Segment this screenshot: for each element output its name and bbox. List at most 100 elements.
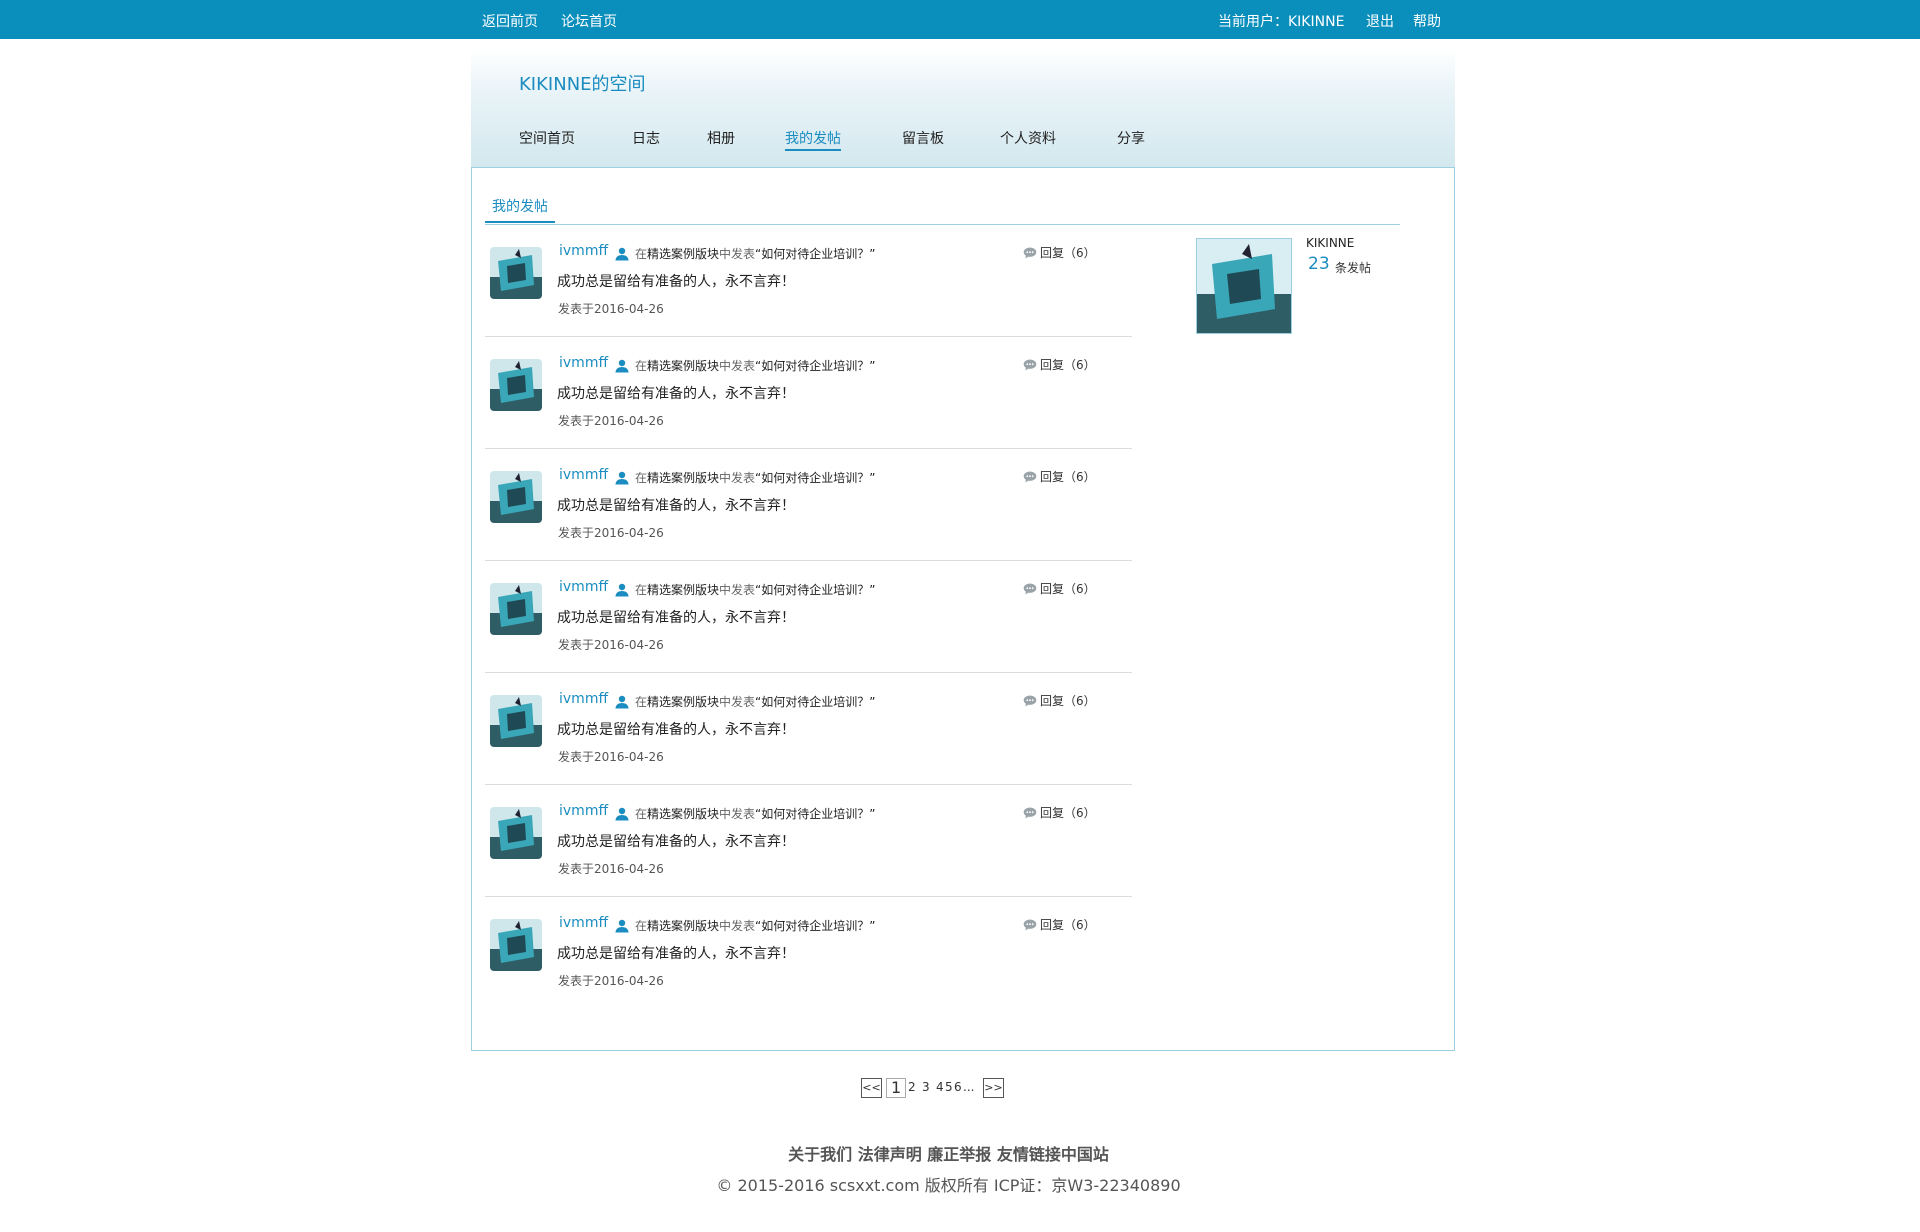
profile-post-count: 23 <box>1308 254 1330 274</box>
footer-copyright: © 2015-2016 scsxxt.com 版权所有 ICP证：京W3-223… <box>716 1176 1181 1195</box>
post-content[interactable]: 成功总是留给有准备的人，永不言弃！ <box>557 719 795 739</box>
user-icon <box>614 918 630 933</box>
username-link[interactable]: ivmmff <box>559 467 608 483</box>
logout-link[interactable]: 退出 <box>1366 0 1394 44</box>
user-avatar[interactable] <box>490 919 542 971</box>
footer-links: 关于我们 法律声明 廉正举报 友情链接中国站 <box>0 1141 1897 1165</box>
user-avatar[interactable] <box>490 247 542 299</box>
username-link[interactable]: ivmmff <box>559 579 608 595</box>
comment-icon <box>1023 806 1040 820</box>
page-5[interactable]: 5 <box>945 1078 953 1096</box>
meta-mid: 中发表 <box>719 471 756 485</box>
user-icon <box>614 358 630 373</box>
help-link[interactable]: 帮助 <box>1413 0 1441 44</box>
main-panel: 我的发帖 ivmmff 在精选案例版块中发表“如何对待企业培训？” 回复（6） 成功总… <box>471 167 1455 1051</box>
reply-count[interactable]: 回复（6） <box>1023 804 1096 821</box>
board-link[interactable]: 精选案例版块 <box>647 247 719 261</box>
post-date: 发表于2016-04-26 <box>558 974 664 988</box>
user-avatar[interactable] <box>490 695 542 747</box>
topic-link[interactable]: “如何对待企业培训？” <box>755 247 875 261</box>
user-avatar[interactable] <box>490 807 542 859</box>
post-content[interactable]: 成功总是留给有准备的人，永不言弃！ <box>557 943 795 963</box>
post-item[interactable]: ivmmff 在精选案例版块中发表“如何对待企业培训？” 回复（6） 成功总是留给有准… <box>485 449 1132 561</box>
user-avatar[interactable] <box>490 359 542 411</box>
back-link[interactable]: 返回前页 <box>482 0 538 44</box>
nav-space-home[interactable]: 空间首页 <box>519 128 575 148</box>
post-date: 发表于2016-04-26 <box>558 638 664 652</box>
post-content[interactable]: 成功总是留给有准备的人，永不言弃！ <box>557 271 795 291</box>
post-date: 发表于2016-04-26 <box>558 862 664 876</box>
post-date: 发表于2016-04-26 <box>558 526 664 540</box>
reply-label: 回复（6） <box>1040 918 1096 932</box>
footer-about[interactable]: 关于我们 <box>788 1145 852 1164</box>
post-content[interactable]: 成功总是留给有准备的人，永不言弃！ <box>557 607 795 627</box>
page-current[interactable]: 1 <box>886 1078 907 1098</box>
topic-link[interactable]: “如何对待企业培训？” <box>755 919 875 933</box>
post-meta: 在精选案例版块中发表“如何对待企业培训？” <box>635 581 875 598</box>
meta-mid: 中发表 <box>719 695 756 709</box>
profile-avatar[interactable] <box>1196 238 1292 334</box>
page-2[interactable]: 2 <box>908 1078 916 1096</box>
comment-icon <box>1023 470 1040 484</box>
meta-prefix: 在 <box>635 583 648 597</box>
board-link[interactable]: 精选案例版块 <box>647 471 719 485</box>
reply-count[interactable]: 回复（6） <box>1023 692 1096 709</box>
username-link[interactable]: ivmmff <box>559 243 608 259</box>
comment-icon <box>1023 358 1040 372</box>
post-meta: 在精选案例版块中发表“如何对待企业培训？” <box>635 917 875 934</box>
my-posts-tab[interactable]: 我的发帖 <box>492 196 548 216</box>
prev-page-button[interactable]: << <box>861 1078 882 1098</box>
post-item[interactable]: ivmmff 在精选案例版块中发表“如何对待企业培训？” 回复（6） 成功总是留给有准… <box>485 337 1132 449</box>
reply-count[interactable]: 回复（6） <box>1023 356 1096 373</box>
page-4[interactable]: 4 <box>936 1078 944 1096</box>
post-item[interactable]: ivmmff 在精选案例版块中发表“如何对待企业培训？” 回复（6） 成功总是留给有准… <box>485 785 1132 897</box>
nav-share[interactable]: 分享 <box>1117 128 1145 148</box>
topic-link[interactable]: “如何对待企业培训？” <box>755 359 875 373</box>
topic-link[interactable]: “如何对待企业培训？” <box>755 583 875 597</box>
reply-count[interactable]: 回复（6） <box>1023 916 1096 933</box>
post-content[interactable]: 成功总是留给有准备的人，永不言弃！ <box>557 383 795 403</box>
post-item[interactable]: ivmmff 在精选案例版块中发表“如何对待企业培训？” 回复（6） 成功总是留给有准… <box>485 673 1132 785</box>
reply-count[interactable]: 回复（6） <box>1023 244 1096 261</box>
board-link[interactable]: 精选案例版块 <box>647 807 719 821</box>
nav-guestbook[interactable]: 留言板 <box>902 128 944 148</box>
post-date: 发表于2016-04-26 <box>558 414 664 428</box>
board-link[interactable]: 精选案例版块 <box>647 359 719 373</box>
post-meta: 在精选案例版块中发表“如何对待企业培训？” <box>635 469 875 486</box>
user-avatar[interactable] <box>490 583 542 635</box>
board-link[interactable]: 精选案例版块 <box>647 695 719 709</box>
footer-report[interactable]: 廉正举报 <box>927 1145 991 1164</box>
topic-link[interactable]: “如何对待企业培训？” <box>755 471 875 485</box>
reply-count[interactable]: 回复（6） <box>1023 468 1096 485</box>
post-content[interactable]: 成功总是留给有准备的人，永不言弃！ <box>557 495 795 515</box>
post-content[interactable]: 成功总是留给有准备的人，永不言弃！ <box>557 831 795 851</box>
forum-home-link[interactable]: 论坛首页 <box>561 0 617 44</box>
post-item[interactable]: ivmmff 在精选案例版块中发表“如何对待企业培训？” 回复（6） 成功总是留给有准… <box>485 897 1132 1009</box>
post-item[interactable]: ivmmff 在精选案例版块中发表“如何对待企业培训？” 回复（6） 成功总是留给有准… <box>485 561 1132 673</box>
username-link[interactable]: ivmmff <box>559 355 608 371</box>
tab-underline <box>485 221 555 223</box>
nav-profile[interactable]: 个人资料 <box>1000 128 1056 148</box>
username-link[interactable]: ivmmff <box>559 803 608 819</box>
next-page-button[interactable]: >> <box>983 1078 1004 1098</box>
nav-blog[interactable]: 日志 <box>632 128 660 148</box>
board-link[interactable]: 精选案例版块 <box>647 583 719 597</box>
page-6[interactable]: 6 <box>954 1078 962 1096</box>
page-3[interactable]: 3 <box>922 1078 930 1096</box>
username-link[interactable]: ivmmff <box>559 691 608 707</box>
nav-album[interactable]: 相册 <box>707 128 735 148</box>
footer-friend-links[interactable]: 友情链接中国站 <box>997 1145 1109 1164</box>
nav-my-posts[interactable]: 我的发帖 <box>785 128 841 151</box>
post-meta: 在精选案例版块中发表“如何对待企业培训？” <box>635 805 875 822</box>
board-link[interactable]: 精选案例版块 <box>647 919 719 933</box>
reply-label: 回复（6） <box>1040 694 1096 708</box>
reply-label: 回复（6） <box>1040 806 1096 820</box>
username-link[interactable]: ivmmff <box>559 915 608 931</box>
topic-link[interactable]: “如何对待企业培训？” <box>755 695 875 709</box>
user-avatar[interactable] <box>490 471 542 523</box>
post-item[interactable]: ivmmff 在精选案例版块中发表“如何对待企业培训？” 回复（6） 成功总是留给有准… <box>485 225 1132 337</box>
reply-count[interactable]: 回复（6） <box>1023 580 1096 597</box>
post-meta: 在精选案例版块中发表“如何对待企业培训？” <box>635 245 875 262</box>
topic-link[interactable]: “如何对待企业培训？” <box>755 807 875 821</box>
footer-legal[interactable]: 法律声明 <box>858 1145 922 1164</box>
